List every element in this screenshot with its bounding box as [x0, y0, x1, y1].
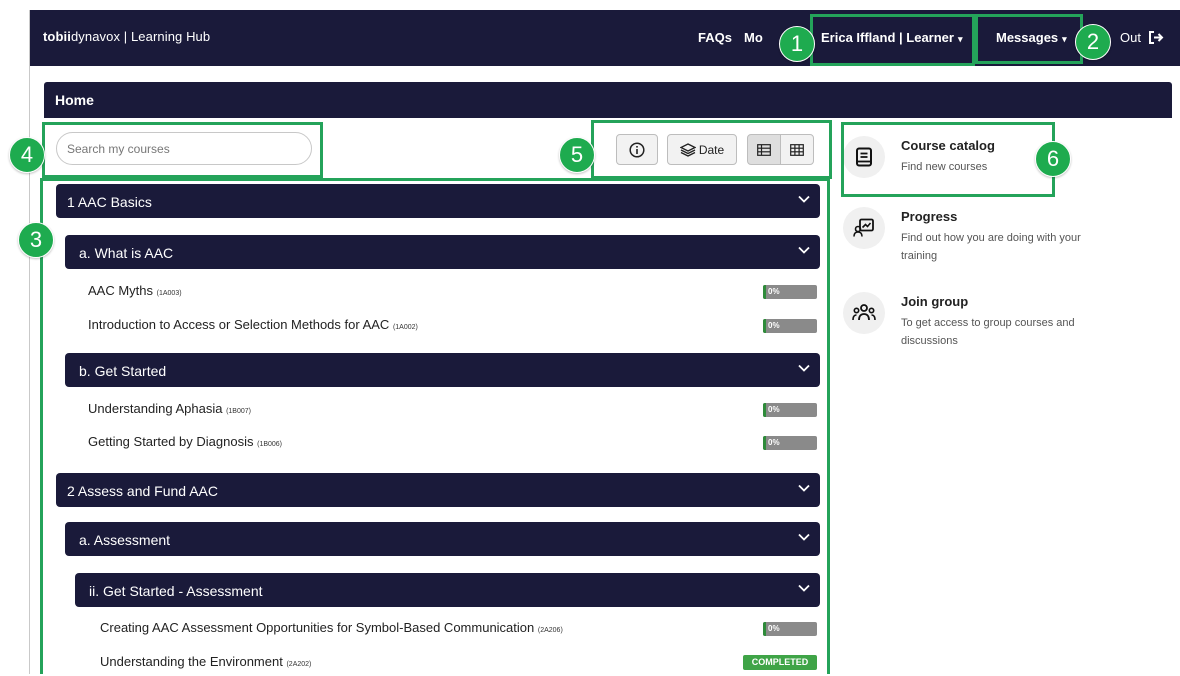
highlight-course-list	[40, 178, 830, 674]
join-group-title: Join group	[901, 294, 969, 309]
highlight-user-menu	[810, 14, 975, 66]
progress-chart-icon	[843, 207, 885, 249]
join-group-link[interactable]: Join group To get access to group course…	[843, 292, 1143, 354]
callout-badge: 2	[1075, 24, 1111, 60]
brand-name-rest: dynavox | Learning Hub	[70, 29, 211, 44]
logout-icon	[1148, 31, 1164, 44]
nav-more-link[interactable]: Mo	[744, 30, 763, 45]
brand-name-bold: tobii	[43, 29, 71, 44]
callout-badge: 5	[559, 137, 595, 173]
callout-badge: 4	[9, 137, 45, 173]
brand-logo[interactable]: tobiidynavox | Learning Hub	[43, 29, 210, 44]
highlight-toolbar	[591, 120, 832, 179]
callout-badge: 3	[18, 222, 54, 258]
progress-desc: Find out how you are doing with your tra…	[901, 232, 1081, 262]
nav-logout-link[interactable]: Out	[1120, 30, 1164, 45]
callout-badge: 1	[779, 26, 815, 62]
page-title: Home	[55, 92, 94, 108]
join-group-desc: To get access to group courses and discu…	[901, 317, 1075, 347]
highlight-messages	[975, 14, 1083, 64]
highlight-search	[42, 122, 323, 178]
nav-faqs-link[interactable]: FAQs	[698, 30, 732, 45]
callout-badge: 6	[1035, 141, 1071, 177]
highlight-course-catalog	[841, 122, 1055, 197]
group-icon	[843, 292, 885, 334]
home-header-bar: Home	[44, 82, 1172, 118]
logout-label: Out	[1120, 30, 1141, 45]
progress-link[interactable]: Progress Find out how you are doing with…	[843, 207, 1143, 269]
progress-title: Progress	[901, 209, 958, 224]
